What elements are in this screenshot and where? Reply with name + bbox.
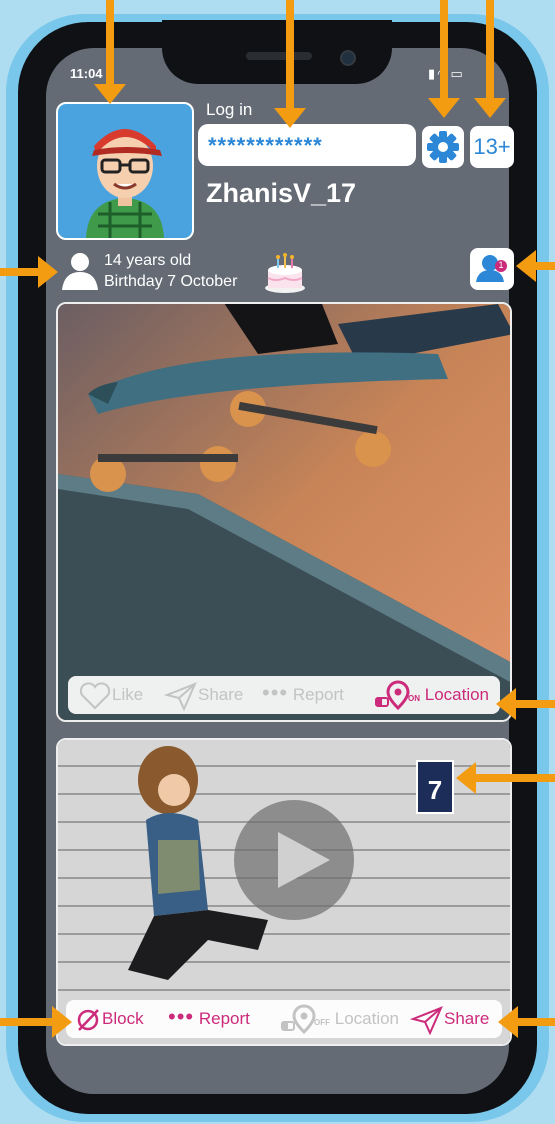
age-rating-badge: 7 [416,760,454,814]
age-rating-button[interactable]: 13+ [470,126,514,168]
front-camera [340,50,356,66]
birthday-text: Birthday 7 October [104,273,238,290]
password-field[interactable]: ************ [198,124,416,166]
friend-requests-button[interactable]: 1 [470,248,514,290]
username: ZhanisV_17 [206,178,357,208]
speaker-grille [246,52,312,60]
post-card-2[interactable]: 7 Block ••• Report OFF Location Share [56,738,512,1046]
post-2-action-bar: Block ••• Report OFF Location Share [66,1000,502,1038]
skateboard-photo [58,304,510,720]
more-dots-icon: ••• [168,1004,195,1029]
paper-plane-icon [409,1005,443,1035]
birthday-cake-icon [264,250,306,299]
location-state: OFF [314,1018,330,1027]
location-state: ON [408,694,420,703]
post-1-action-bar: Like Share ••• Report ON Location [68,676,500,714]
paper-plane-icon [163,681,197,711]
status-time: 11:04 [70,66,103,81]
location-toggle[interactable]: ON Location [374,676,489,714]
location-toggle-2[interactable]: OFF Location [280,1000,399,1038]
age-text: 14 years old [104,252,192,269]
gear-icon [427,131,459,163]
block-button[interactable]: Block [74,1000,144,1038]
like-button[interactable]: Like [78,676,143,714]
friend-request-count: 1 [498,260,504,270]
block-icon [77,1008,99,1031]
heart-icon [79,681,111,709]
avatar-illustration [86,129,164,238]
report-button[interactable]: ••• Report [262,676,344,714]
person-icon [60,252,100,297]
user-add-icon [476,255,507,282]
settings-button[interactable] [422,126,464,168]
battery-icon: ▭ [450,66,465,81]
share-button[interactable]: Share [163,676,243,714]
signal-icon: ▮ [428,66,438,81]
login-label: Log in [206,100,253,119]
post-card-1[interactable]: Like Share ••• Report ON Location [56,302,512,722]
more-dots-icon: ••• [262,680,289,705]
share-button-2[interactable]: Share [409,1000,489,1038]
report-button-2[interactable]: ••• Report [168,1000,250,1038]
avatar[interactable] [56,102,194,240]
